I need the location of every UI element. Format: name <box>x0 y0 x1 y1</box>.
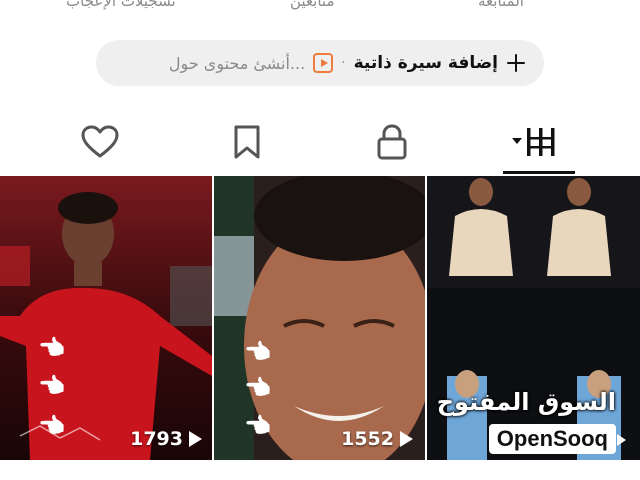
profile-stats: تسجيلات الإعجاب متابعين المتابعة <box>0 0 640 12</box>
tab-saved[interactable] <box>207 112 287 172</box>
likes-stat-label[interactable]: تسجيلات الإعجاب <box>66 0 176 10</box>
video-grid: 👈 👈 👈 1793 👈 👈 👈 1552 السوق المفتوح Open… <box>0 176 640 460</box>
hand-emoji-icon: 👈 <box>38 414 66 439</box>
plus-icon[interactable] <box>506 53 526 73</box>
followers-stat-label[interactable]: متابعين <box>290 0 335 10</box>
bio-action-bar: إضافة سيرة ذاتية · أنشئ محتوى حول... <box>96 40 544 86</box>
hand-emoji-icon: 👈 <box>244 414 272 439</box>
view-count-value: 1793 <box>130 428 183 450</box>
lock-icon <box>377 124 407 160</box>
separator-dot: · <box>341 55 346 71</box>
profile-tabs <box>0 112 640 174</box>
video-preview-image <box>427 176 640 460</box>
bottom-spacer <box>0 460 640 480</box>
tab-liked[interactable] <box>60 112 140 172</box>
view-count-value: 1552 <box>341 428 394 450</box>
heart-icon <box>81 125 119 158</box>
add-bio-button[interactable]: إضافة سيرة ذاتية <box>354 53 498 73</box>
video-preview-image <box>0 176 212 460</box>
active-tab-indicator <box>503 171 575 174</box>
bookmark-icon <box>234 125 260 159</box>
video-thumbnail[interactable]: السوق المفتوح OpenSooq <box>427 176 640 460</box>
create-content-icon[interactable] <box>313 53 334 73</box>
hand-emoji-icon: 👈 <box>38 336 66 361</box>
hand-emoji-icon: 👈 <box>244 340 272 365</box>
brand-latin-logo: OpenSooq <box>488 424 616 454</box>
play-count-icon <box>617 434 626 446</box>
grid-icon <box>512 128 555 156</box>
hand-emoji-icon: 👈 <box>38 374 66 399</box>
following-stat-label[interactable]: المتابعة <box>478 0 524 10</box>
hand-emoji-icon: 👈 <box>244 376 272 401</box>
play-count-icon <box>189 431 202 447</box>
video-thumbnail[interactable]: 👈 👈 👈 1793 <box>0 176 212 460</box>
view-count: 1793 <box>130 428 202 450</box>
video-thumbnail[interactable]: 👈 👈 👈 1552 <box>214 176 425 460</box>
create-content-link[interactable]: أنشئ محتوى حول... <box>169 54 305 73</box>
tab-private[interactable] <box>352 112 432 172</box>
view-count: 1552 <box>341 428 413 450</box>
brand-arabic-logo: السوق المفتوح <box>436 388 616 416</box>
tab-videos[interactable] <box>500 112 580 172</box>
play-count-icon <box>400 431 413 447</box>
